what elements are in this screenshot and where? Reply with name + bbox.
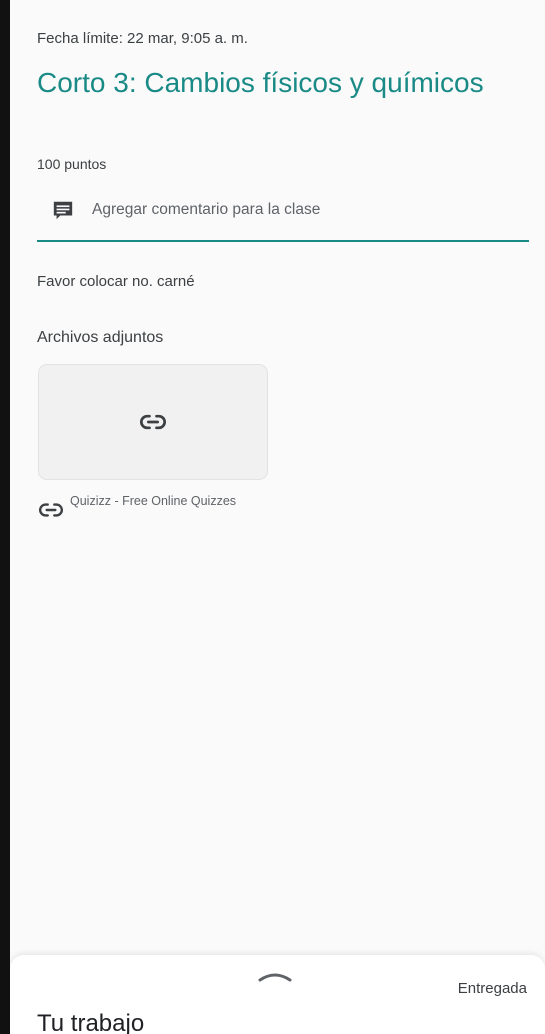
assignment-points: 100 puntos [37,156,107,172]
chevron-up-icon[interactable] [256,969,294,983]
attachments-heading: Archivos adjuntos [37,329,164,346]
assignment-detail-screen: Fecha límite: 22 mar, 9:05 a. m. Corto 3… [10,0,545,1034]
device-edge [0,0,10,1034]
assignment-title: Corto 3: Cambios físicos y químicos [37,67,484,98]
add-class-comment-button[interactable]: Agregar comentario para la clase [52,195,320,225]
link-icon [140,414,166,430]
your-work-label: Tu trabajo [37,1010,145,1034]
your-work-bottom-sheet[interactable]: Tu trabajo Entregada [10,955,545,1034]
submission-status: Entregada [457,980,527,997]
attachment-card-quizizz[interactable] [38,364,268,480]
add-class-comment-label: Agregar comentario para la clase [92,201,321,218]
attachment-title: Quizizz - Free Online Quizzes [70,494,237,508]
assignment-instructions: Favor colocar no. carné [37,273,195,290]
comment-icon [53,201,73,220]
due-date: Fecha límite: 22 mar, 9:05 a. m. [37,30,248,47]
comment-field-underline [37,240,529,242]
attachment-link-quizizz[interactable]: Quizizz - Free Online Quizzes [38,494,240,523]
link-icon [39,503,63,517]
